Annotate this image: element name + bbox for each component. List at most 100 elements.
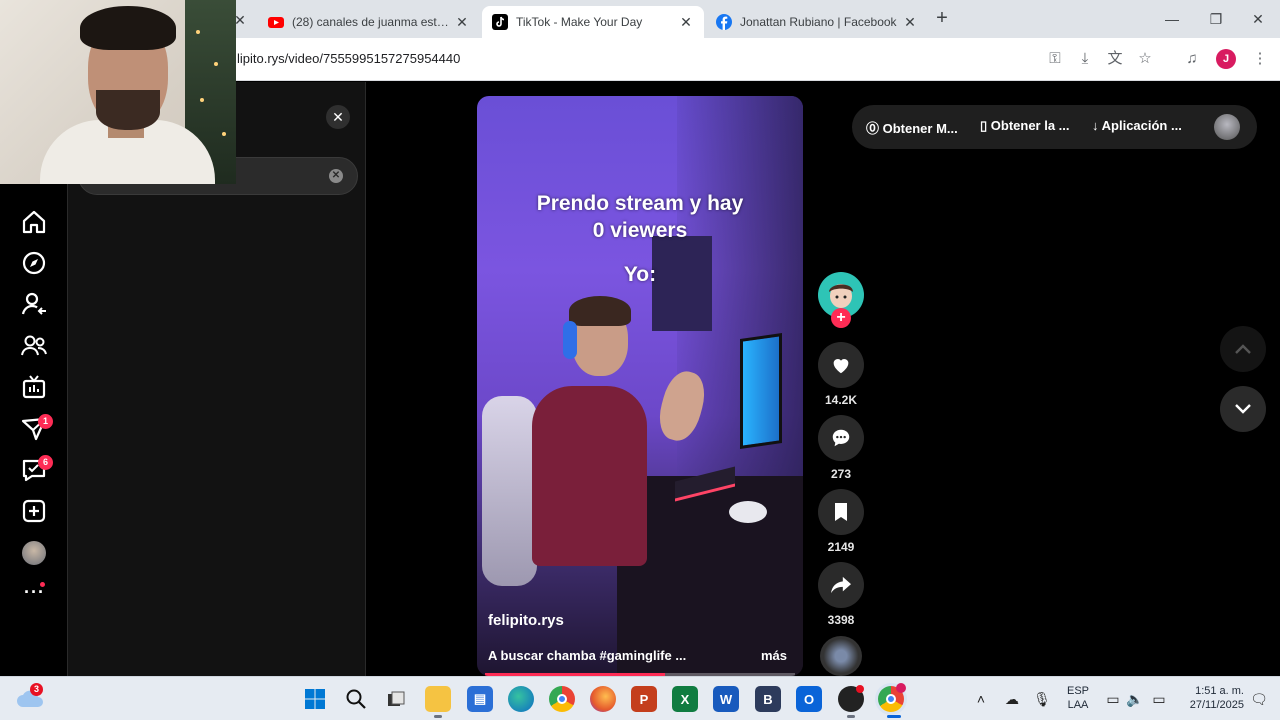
- webcam-scene: [196, 30, 200, 34]
- promo-label: Obtener M...: [882, 121, 958, 136]
- webcam-scene: [80, 6, 176, 50]
- promo-label: Obtener la ...: [990, 118, 1070, 133]
- save-count: 2149: [827, 540, 855, 554]
- media-controls-icon[interactable]: ♫: [1182, 49, 1202, 69]
- battery-icon[interactable]: ▭: [1150, 690, 1168, 708]
- taskbar-search-button[interactable]: [343, 686, 369, 712]
- next-video-button[interactable]: [1220, 386, 1266, 432]
- word-icon[interactable]: W: [713, 686, 739, 712]
- video-scene: [482, 396, 537, 586]
- save-button[interactable]: [818, 489, 864, 535]
- windows-taskbar: 3 ▤ P X W B O ˄ ☁ 🎙 ESP LAA ▭ 🔈 ▭ 1:51 a…: [0, 676, 1280, 720]
- facebook-icon: [716, 14, 732, 30]
- minimize-button[interactable]: —: [1150, 0, 1194, 38]
- promo-link-2[interactable]: ▯ Obtener la ...: [980, 118, 1070, 134]
- user-avatar[interactable]: [1214, 114, 1240, 140]
- bookmark-star-icon[interactable]: ☆: [1135, 49, 1155, 69]
- comment-count: 273: [830, 467, 852, 481]
- messages-badge: 1: [38, 414, 53, 429]
- language-indicator[interactable]: ESP LAA: [1066, 677, 1090, 720]
- tab-close-icon[interactable]: ✕: [678, 14, 694, 30]
- onedrive-off-icon[interactable]: ☁: [1003, 690, 1021, 708]
- close-window-button[interactable]: ✕: [1236, 0, 1280, 38]
- more-button[interactable]: más: [761, 648, 787, 663]
- microphone-icon[interactable]: 🎙: [1033, 690, 1051, 708]
- restore-button[interactable]: ❐: [1194, 0, 1238, 38]
- display-icon[interactable]: ▭: [1104, 690, 1122, 708]
- running-indicator: [434, 715, 442, 718]
- clear-search-icon[interactable]: ✕: [329, 169, 343, 183]
- profile-avatar[interactable]: [22, 541, 46, 565]
- tab-close-icon[interactable]: ✕: [454, 14, 470, 30]
- install-app-icon[interactable]: ⤓: [1075, 49, 1095, 69]
- tab-close-icon[interactable]: ✕: [902, 14, 918, 30]
- tiktok-icon: [492, 14, 508, 30]
- upload-icon[interactable]: [20, 497, 48, 525]
- bookmark-icon: [835, 503, 847, 521]
- firefox-icon[interactable]: [590, 686, 616, 712]
- share-button[interactable]: [818, 562, 864, 608]
- powerpoint-icon[interactable]: P: [631, 686, 657, 712]
- store-icon[interactable]: ▤: [467, 686, 493, 712]
- webcam-scene: [96, 90, 160, 130]
- task-view-icon: [388, 691, 405, 706]
- profile-avatar[interactable]: J: [1216, 49, 1236, 69]
- running-indicator: [887, 715, 901, 718]
- home-icon[interactable]: [20, 208, 48, 236]
- notifications-icon[interactable]: 🗨: [1250, 690, 1268, 708]
- clock[interactable]: 1:51 a. m. 27/11/2025: [1176, 677, 1244, 720]
- music-disc[interactable]: [820, 636, 862, 676]
- start-button[interactable]: [302, 686, 328, 712]
- excel-icon[interactable]: X: [672, 686, 698, 712]
- chrome-menu-icon[interactable]: ⋮: [1250, 49, 1270, 69]
- chrome-icon[interactable]: [549, 686, 575, 712]
- chrome-icon-center: [557, 694, 567, 704]
- language-code: ESP: [1066, 685, 1089, 697]
- video-caption-line: Prendo stream y hay: [536, 192, 744, 215]
- search-icon: [346, 689, 366, 709]
- promo-link-1[interactable]: ⓪ Obtener M...: [866, 118, 958, 137]
- notification-dot: [40, 582, 45, 587]
- volume-icon[interactable]: 🔈: [1126, 690, 1144, 708]
- chevron-down-icon: [1235, 404, 1251, 414]
- video-scene: [740, 333, 782, 449]
- show-hidden-icons-chevron-up-icon[interactable]: ˄: [972, 690, 990, 708]
- previous-video-button[interactable]: [1220, 326, 1266, 372]
- like-button[interactable]: [818, 342, 864, 388]
- obs-recording-dot: [856, 685, 864, 693]
- following-icon[interactable]: [20, 290, 48, 318]
- close-search-button[interactable]: ✕: [326, 105, 350, 129]
- chrome-profile-badge: [896, 683, 906, 693]
- video-scene: [532, 386, 647, 566]
- youtube-icon: [268, 17, 284, 28]
- video-scene: [569, 296, 631, 326]
- video-author-name[interactable]: felipito.rys: [488, 612, 564, 629]
- task-view-button[interactable]: [383, 686, 409, 712]
- password-key-icon[interactable]: ⚿: [1045, 49, 1065, 69]
- edge-icon[interactable]: [508, 686, 534, 712]
- webcam-scene: [200, 98, 204, 102]
- video-player[interactable]: Prendo stream y hay 0 viewers Yo: felipi…: [477, 96, 803, 676]
- promo-link-3[interactable]: ↓ Aplicación ...: [1092, 118, 1182, 133]
- b-app-icon[interactable]: B: [755, 686, 781, 712]
- webcam-scene: [222, 132, 226, 136]
- heart-icon: [833, 359, 849, 374]
- outlook-icon[interactable]: O: [796, 686, 822, 712]
- get-app-bar: ⓪ Obtener M... ▯ Obtener la ... ↓ Aplica…: [852, 105, 1257, 149]
- comment-button[interactable]: [818, 415, 864, 461]
- follow-button[interactable]: +: [831, 308, 851, 328]
- friends-icon[interactable]: [20, 332, 48, 360]
- address-bar[interactable]: lipito.rys/video/7555995157275954440: [200, 44, 1040, 74]
- coins-icon: ⓪: [866, 121, 883, 136]
- live-icon[interactable]: [20, 373, 48, 401]
- translate-icon[interactable]: 文: [1105, 49, 1125, 69]
- tab-facebook[interactable]: Jonattan Rubiano | Facebook ✕: [706, 6, 928, 38]
- explore-icon[interactable]: [20, 249, 48, 277]
- screen: ✕ (28) canales de juanma esteves ✕ TikTo…: [0, 0, 1280, 720]
- tab-youtube[interactable]: (28) canales de juanma esteves ✕: [258, 6, 480, 38]
- tab-tiktok[interactable]: TikTok - Make Your Day ✕: [482, 6, 704, 38]
- tab-title: Jonattan Rubiano | Facebook: [740, 15, 897, 29]
- running-indicator: [847, 715, 855, 718]
- file-explorer-icon[interactable]: [425, 686, 451, 712]
- new-tab-button[interactable]: +: [932, 8, 952, 29]
